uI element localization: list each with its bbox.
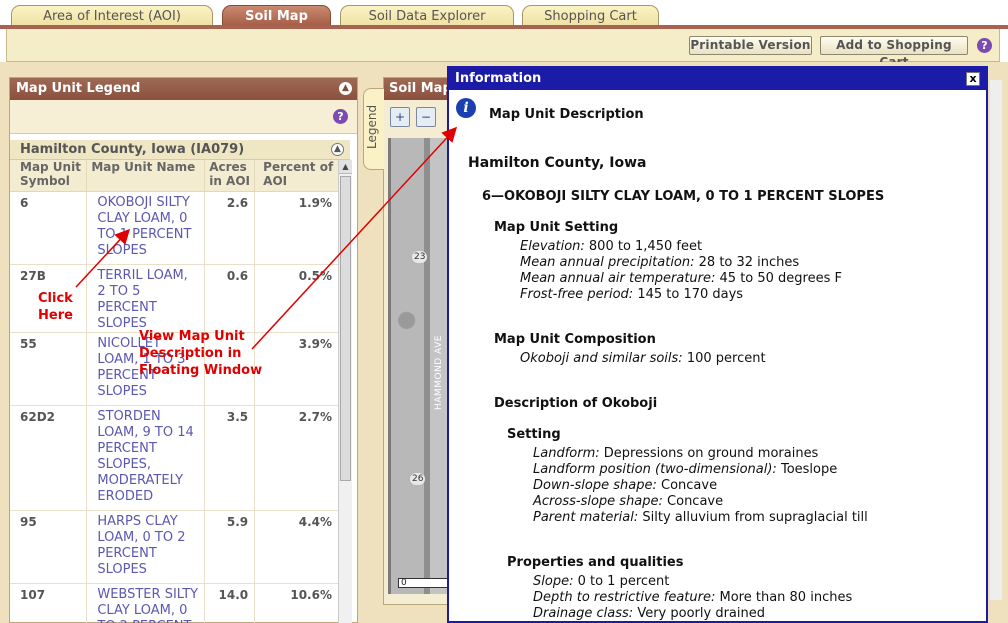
legend-help-icon[interactable]: ? (333, 109, 348, 124)
col-header-symbol[interactable]: Map Unit Symbol (10, 160, 88, 192)
row-percent: 0.5% (254, 264, 339, 333)
information-body: i Map Unit Description Hamilton County, … (449, 90, 986, 623)
info-icon: i (456, 98, 476, 118)
landform-line: Landform position (two-dimensional): Toe… (533, 462, 838, 477)
information-title-bar[interactable]: Information x (449, 68, 986, 90)
legend-side-tab[interactable]: Legend (363, 88, 384, 170)
tab-soil-map[interactable]: Soil Map (222, 5, 331, 27)
legend-panel-title: Map Unit Legend (16, 81, 141, 96)
landform-line: Landform: Depressions on ground moraines (533, 446, 819, 461)
soil-map-title: Soil Map (384, 78, 452, 100)
table-row: 107 WEBSTER SILTY CLAY LOAM, 0 TO 2 PERC… (10, 583, 339, 623)
row-symbol: 95 (10, 510, 88, 584)
view-desc-line-2: Description in (139, 346, 242, 361)
row-symbol: 62D2 (10, 405, 88, 511)
table-row: 6 OKOBOJI SILTY CLAY LOAM, 0 TO 1 PERCEN… (10, 191, 339, 265)
setting-line: Frost-free period: 145 to 170 days (520, 287, 744, 302)
setting-line: Elevation: 800 to 1,450 feet (520, 239, 703, 254)
setting-line: Mean annual air temperature: 45 to 50 de… (520, 271, 842, 286)
tab-area-of-interest[interactable]: Area of Interest (AOI) (11, 5, 213, 27)
description-of-soil-title: Description of Okoboji (494, 396, 658, 411)
row-acres: 14.0 (204, 583, 256, 623)
setting-subtitle: Setting (507, 427, 561, 442)
information-title: Information (455, 71, 542, 86)
property-line: Drainage class: Very poorly drained (533, 606, 765, 621)
tab-bar: Area of Interest (AOI) Soil Map Soil Dat… (0, 0, 1008, 27)
properties-title: Properties and qualities (507, 555, 684, 570)
map-unit-title: 6—OKOBOJI SILTY CLAY LOAM, 0 TO 1 PERCEN… (482, 189, 885, 204)
map-unit-link[interactable]: HARPS CLAY LOAM, 0 TO 2 PERCENT SLOPES (97, 514, 185, 577)
description-heading: Map Unit Description (489, 107, 644, 122)
tab-shopping-cart[interactable]: Shopping Cart (522, 5, 659, 27)
col-header-name[interactable]: Map Unit Name (86, 160, 206, 192)
legend-scrollbar[interactable]: ▲ (338, 160, 352, 623)
scroll-thumb[interactable] (340, 176, 351, 481)
zoom-out-icon[interactable]: − (416, 107, 436, 127)
county-collapse-icon[interactable]: ▲ (331, 143, 344, 156)
legend-panel-toolbar: ? (10, 100, 357, 134)
row-symbol: 6 (10, 191, 88, 265)
map-unit-link[interactable]: TERRIL LOAM, 2 TO 5 PERCENT SLOPES (97, 268, 187, 331)
landform-line: Down-slope shape: Concave (533, 478, 718, 493)
map-label-26: 26 (410, 473, 426, 485)
view-desc-line-3: Floating Window (139, 363, 263, 378)
county-name: Hamilton County, Iowa (468, 155, 647, 171)
add-to-shopping-cart-button[interactable]: Add to Shopping Cart (820, 36, 968, 69)
row-percent: 3.9% (254, 332, 339, 406)
row-percent: 2.7% (254, 405, 339, 511)
map-unit-link[interactable]: OKOBOJI SILTY CLAY LOAM, 0 TO 1 PERCENT … (97, 195, 191, 258)
setting-line: Mean annual precipitation: 28 to 32 inch… (520, 255, 800, 270)
street-label: HAMMOND AVE (434, 335, 444, 410)
help-icon[interactable]: ? (977, 38, 992, 53)
map-unit-setting-title: Map Unit Setting (494, 220, 619, 235)
row-acres: 0.6 (204, 264, 256, 333)
col-header-acres[interactable]: Acres in AOI (204, 160, 256, 192)
collapse-icon[interactable]: ▲ (339, 82, 352, 95)
row-acres: 3.5 (204, 405, 256, 511)
row-acres: 2.6 (204, 191, 256, 265)
landform-line: Across-slope shape: Concave (533, 494, 724, 509)
toolbar: Printable Version Add to Shopping Cart ? (6, 29, 1000, 69)
printable-version-button[interactable]: Printable Version (689, 36, 812, 55)
row-acres: 5.9 (204, 510, 256, 584)
page-scrollbar[interactable] (990, 80, 1002, 600)
scroll-up-icon[interactable]: ▲ (339, 160, 352, 174)
landform-line: Parent material: Silty alluvium from sup… (533, 510, 868, 525)
scale-bar: 0 (398, 578, 450, 588)
zoom-in-icon[interactable]: + (390, 107, 410, 127)
map-label-23: 23 (412, 251, 428, 263)
information-window: Information x i Map Unit Description Ham… (447, 66, 988, 623)
click-here-line-1: Click (38, 291, 73, 306)
composition-line: Okoboji and similar soils: 100 percent (520, 351, 766, 366)
property-line: Depth to restrictive feature: More than … (533, 590, 853, 605)
click-here-annotation: Click Here (38, 290, 73, 324)
map-unit-table: Map Unit Symbol Map Unit Name Acres in A… (10, 160, 339, 623)
map-unit-link[interactable]: WEBSTER SILTY CLAY LOAM, 0 TO 2 PERCENT (97, 587, 198, 623)
map-unit-composition-title: Map Unit Composition (494, 332, 656, 347)
row-percent: 10.6% (254, 583, 339, 623)
county-title: Hamilton County, Iowa (IA079) (20, 142, 245, 157)
col-header-percent[interactable]: Percent of AOI (254, 160, 339, 192)
table-row: 95 HARPS CLAY LOAM, 0 TO 2 PERCENT SLOPE… (10, 510, 339, 584)
table-row: 62D2 STORDEN LOAM, 9 TO 14 PERCENT SLOPE… (10, 405, 339, 511)
row-percent: 1.9% (254, 191, 339, 265)
row-symbol: 55 (10, 332, 88, 406)
county-header: Hamilton County, Iowa (IA079) ▲ (10, 140, 350, 160)
tab-soil-data-explorer[interactable]: Soil Data Explorer (340, 5, 514, 27)
row-symbol: 107 (10, 583, 88, 623)
view-desc-line-1: View Map Unit (139, 329, 245, 344)
row-percent: 4.4% (254, 510, 339, 584)
legend-side-tab-label: Legend (365, 104, 379, 149)
click-here-line-2: Here (38, 308, 73, 323)
legend-panel-header: Map Unit Legend ▲ (10, 78, 357, 100)
close-icon[interactable]: x (966, 72, 980, 86)
property-line: Slope: 0 to 1 percent (533, 574, 670, 589)
view-description-annotation: View Map Unit Description in Floating Wi… (139, 328, 262, 379)
map-unit-link[interactable]: STORDEN LOAM, 9 TO 14 PERCENT SLOPES, MO… (97, 409, 193, 504)
